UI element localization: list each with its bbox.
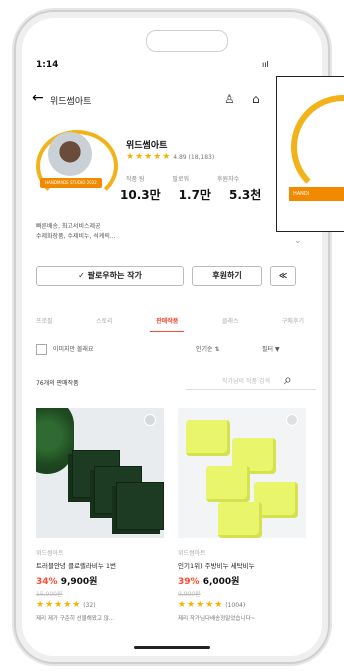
follow-button[interactable]: ✓ 팔로우하는 작가 xyxy=(36,266,184,286)
stat-value-supporters: 5.3천 xyxy=(228,188,262,202)
product-original-price: 9,900원 xyxy=(178,591,201,598)
filter-row: 이미지만 볼래요 인기순 ⇅ 필터 ▼ xyxy=(36,344,306,355)
product-image[interactable] xyxy=(36,408,164,538)
product-current-price: 6,000원 xyxy=(202,577,240,587)
heart-icon[interactable] xyxy=(286,414,298,426)
product-review: 제리 제가 구준히 선물해왔고 많... xyxy=(36,616,115,622)
rating-text: 4.89 (18,183) xyxy=(173,154,215,161)
back-arrow-icon[interactable]: ← xyxy=(32,90,44,106)
soap-box xyxy=(116,482,164,530)
page-title: 위드썸아트 xyxy=(50,97,92,107)
speaker-notch xyxy=(146,30,228,52)
product-current-price: 9,900원 xyxy=(60,577,98,587)
product-review-count: (32) xyxy=(83,602,96,609)
product-title: 트러블안녕 클로렐라비누 1번 xyxy=(36,562,117,570)
stat-values: 10.3만 1.7만 5.3천 xyxy=(120,186,290,203)
product-review-count: (1004) xyxy=(225,602,246,609)
avatar xyxy=(48,132,92,176)
search-icon[interactable]: ⌕ xyxy=(284,372,292,388)
filter-button[interactable]: 필터 ▼ xyxy=(262,344,280,353)
listing-count: 76개의 판매작품 xyxy=(36,380,79,387)
soap-bar xyxy=(186,420,230,456)
profile-rating: ★★★★★ 4.89 (18,183) xyxy=(126,152,214,162)
badge-ribbon: HANDMADE STUDIO 2022 xyxy=(40,178,102,188)
laurel-icon xyxy=(291,95,344,199)
product-title: 인기1위) 주방비누 세탁비누 xyxy=(178,562,255,570)
plant-decoration xyxy=(36,408,74,474)
profile-badge: HANDMADE STUDIO 2022 xyxy=(36,130,118,202)
product-original-price: 15,000원 xyxy=(36,591,63,598)
star-rating-icon: ★★★★★ xyxy=(178,600,224,610)
tab-profile[interactable]: 프로필 xyxy=(30,310,59,332)
profile-tabs: 프로필 스토리 판매작품 클래스 구매후기 xyxy=(30,310,310,332)
share-icon[interactable]: ≪ xyxy=(270,266,296,286)
home-indicator xyxy=(134,646,210,649)
product-discount: 34% xyxy=(36,577,58,587)
tab-products[interactable]: 판매작품 xyxy=(150,310,185,332)
search-input[interactable]: 작가님의 작품 검색 xyxy=(186,374,316,390)
product-image[interactable] xyxy=(178,408,306,538)
product-review: 제리 작가님다배송정말었습니다~ xyxy=(178,616,256,622)
stat-labels: 작품 팅 팔로워 후원자수 xyxy=(126,174,276,183)
stat-label-followers: 팔로워 xyxy=(172,176,190,183)
product-price: 34% 9,900원 xyxy=(36,574,97,587)
tab-classes[interactable]: 클래스 xyxy=(216,310,245,332)
product-rating: ★★★★★ (32) xyxy=(36,600,96,610)
product-rating: ★★★★★ (1004) xyxy=(178,600,245,610)
description-line: 수제화장품, 수제비누, 석케릭... xyxy=(36,233,116,240)
profile-description: 빠른배송, 최고서비스제공 수제화장품, 수제비누, 석케릭... xyxy=(36,222,266,242)
stat-value-works: 10.3만 xyxy=(120,188,161,202)
product-discount: 39% xyxy=(178,577,200,587)
profile-name: 위드썸아트 xyxy=(126,141,168,151)
sort-button[interactable]: 인기순 ⇅ xyxy=(196,344,220,353)
expand-chevron-icon[interactable]: ⌄ xyxy=(294,236,302,246)
stat-label-supporters: 후원자수 xyxy=(217,176,240,183)
status-time: 1:14 xyxy=(36,60,59,70)
store-icon[interactable]: ⌂ xyxy=(252,92,260,106)
support-button[interactable]: 후원하기 xyxy=(192,266,262,286)
signal-icon: ııl xyxy=(262,60,269,69)
soap-bar xyxy=(218,502,262,538)
image-only-checkbox[interactable] xyxy=(36,344,47,355)
listing-header: 76개의 판매작품 작가님의 작품 검색 ⌕ xyxy=(36,372,316,390)
tab-reviews[interactable]: 구매후기 xyxy=(276,310,310,332)
product-price: 39% 6,000원 xyxy=(178,574,239,587)
person-icon[interactable]: ♙ xyxy=(224,92,235,106)
description-line: 빠른배송, 최고서비스제공 xyxy=(36,223,101,230)
tab-story[interactable]: 스토리 xyxy=(90,310,119,332)
zoomed-badge-overlay: HANDI xyxy=(276,76,344,232)
product-shop: 위드썸아트 xyxy=(36,550,64,557)
image-only-label: 이미지만 볼래요 xyxy=(52,346,94,353)
star-rating-icon: ★★★★★ xyxy=(126,152,172,162)
heart-icon[interactable] xyxy=(144,414,156,426)
badge-ribbon: HANDI xyxy=(289,187,344,201)
stat-label-works: 작품 팅 xyxy=(126,176,145,183)
soap-bar xyxy=(206,466,250,502)
stat-value-followers: 1.7만 xyxy=(178,188,211,202)
star-rating-icon: ★★★★★ xyxy=(36,600,82,610)
product-shop: 위드썸아트 xyxy=(178,550,206,557)
